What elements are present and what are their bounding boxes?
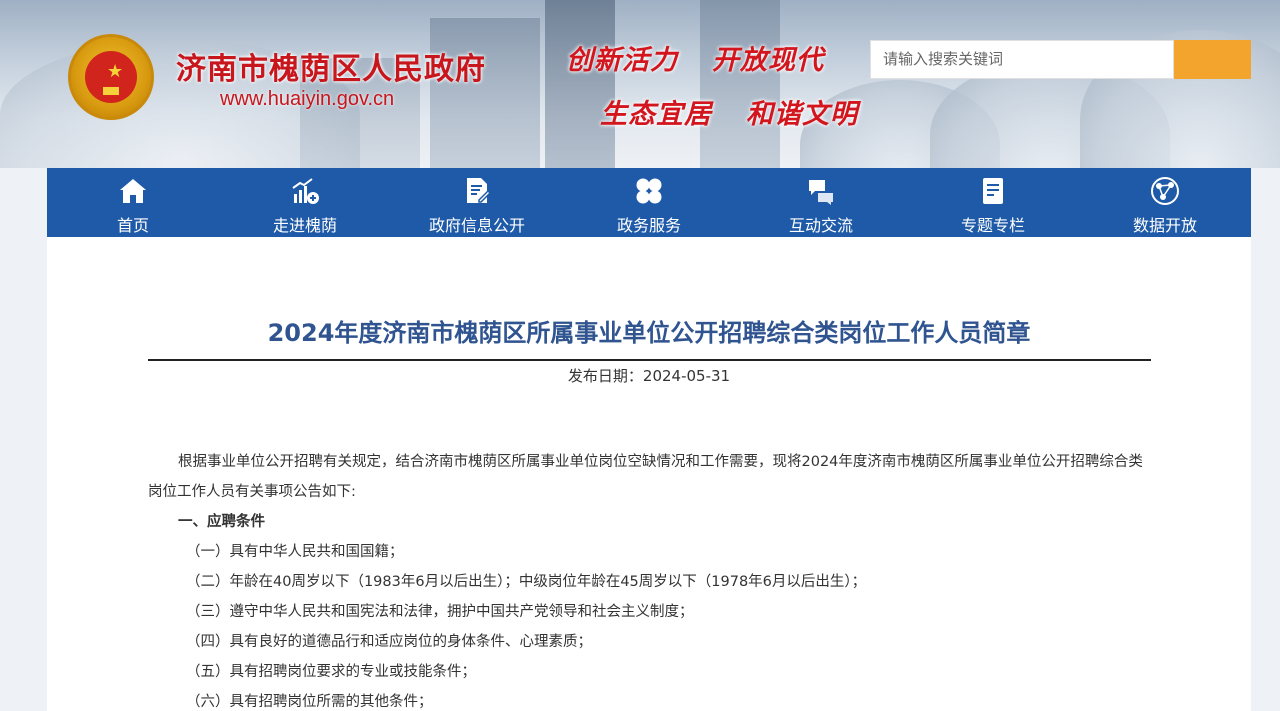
data-network-icon — [1151, 177, 1179, 205]
national-emblem-icon: ★ — [68, 34, 154, 120]
condition-item: （二）年龄在40周岁以下（1983年6月以后出生）；中级岗位年龄在45周岁以下（… — [186, 574, 867, 590]
site-url: www.huaiyin.gov.cn — [220, 88, 395, 110]
intro-paragraph: 根据事业单位公开招聘有关规定，结合济南市槐荫区所属事业单位岗位空缺情况和工作需要… — [148, 454, 1143, 500]
search-input[interactable] — [870, 40, 1174, 79]
chat-bubbles-icon — [809, 180, 833, 205]
nav-label: 专题专栏 — [960, 216, 1025, 235]
nav-item-open-data[interactable]: 数据开放 — [1079, 168, 1251, 237]
article-title: 2024年度济南市槐荫区所属事业单位公开招聘综合类岗位工作人员简章 — [267, 319, 1031, 347]
title-divider — [148, 359, 1151, 361]
slogan-3: 生态宜居 — [600, 99, 712, 130]
article-body: 根据事业单位公开招聘有关规定，结合济南市槐荫区所属事业单位岗位空缺情况和工作需要… — [148, 447, 1151, 711]
nav-label: 互动交流 — [788, 216, 853, 235]
nav-item-topics[interactable]: 专题专栏 — [907, 168, 1079, 237]
header-banner: ★ 济南市槐荫区人民政府 www.huaiyin.gov.cn 创新活力 开放现… — [0, 0, 1280, 168]
condition-item: （一）具有中华人民共和国国籍； — [186, 544, 404, 560]
publish-date-label: 发布日期： — [567, 367, 643, 385]
notes-icon — [983, 178, 1003, 204]
section-heading: 一、应聘条件 — [178, 514, 265, 530]
publish-date: 发布日期：2024-05-31 — [47, 365, 1251, 386]
nav-label: 首页 — [116, 216, 149, 235]
slogan-4: 和谐文明 — [746, 99, 858, 130]
chart-growth-icon — [292, 178, 319, 204]
document-edit-icon — [467, 178, 492, 203]
slogan-2: 开放现代 — [712, 45, 824, 76]
nav-item-about[interactable]: 走进槐荫 — [219, 168, 391, 237]
home-icon — [120, 179, 146, 203]
condition-item: （三）遵守中华人民共和国宪法和法律，拥护中国共产党领导和社会主义制度； — [186, 604, 694, 620]
banner-background-building — [700, 0, 780, 168]
nav-item-home[interactable]: 首页 — [47, 168, 219, 237]
condition-item: （六）具有招聘岗位所需的其他条件； — [186, 694, 433, 710]
banner-background-building — [545, 0, 615, 168]
nav-item-gov-info[interactable]: 政府信息公开 — [391, 168, 563, 237]
nav-label: 走进槐荫 — [272, 216, 337, 235]
nav-label: 政府信息公开 — [428, 216, 525, 235]
article-container: 2024年度济南市槐荫区所属事业单位公开招聘综合类岗位工作人员简章 发布日期：2… — [47, 237, 1251, 711]
nav-item-services[interactable]: 政务服务 — [563, 168, 735, 237]
site-title[interactable]: 济南市槐荫区人民政府 — [176, 44, 486, 88]
search-button[interactable] — [1174, 40, 1251, 79]
clover-grid-icon — [636, 178, 662, 204]
main-nav: 首页 走进槐荫 政府信息公开 政务服务 互动交流 专题专栏 数据开放 — [47, 168, 1251, 237]
condition-item: （四）具有良好的道德品行和适应岗位的身体条件、心理素质； — [186, 634, 592, 650]
banner-background-building — [430, 18, 540, 168]
publish-date-value: 2024-05-31 — [642, 367, 731, 385]
slogan-1: 创新活力 — [566, 45, 678, 76]
nav-label: 数据开放 — [1132, 216, 1197, 235]
nav-item-interaction[interactable]: 互动交流 — [735, 168, 907, 237]
condition-item: （五）具有招聘岗位要求的专业或技能条件； — [186, 664, 476, 680]
nav-label: 政务服务 — [616, 216, 681, 235]
